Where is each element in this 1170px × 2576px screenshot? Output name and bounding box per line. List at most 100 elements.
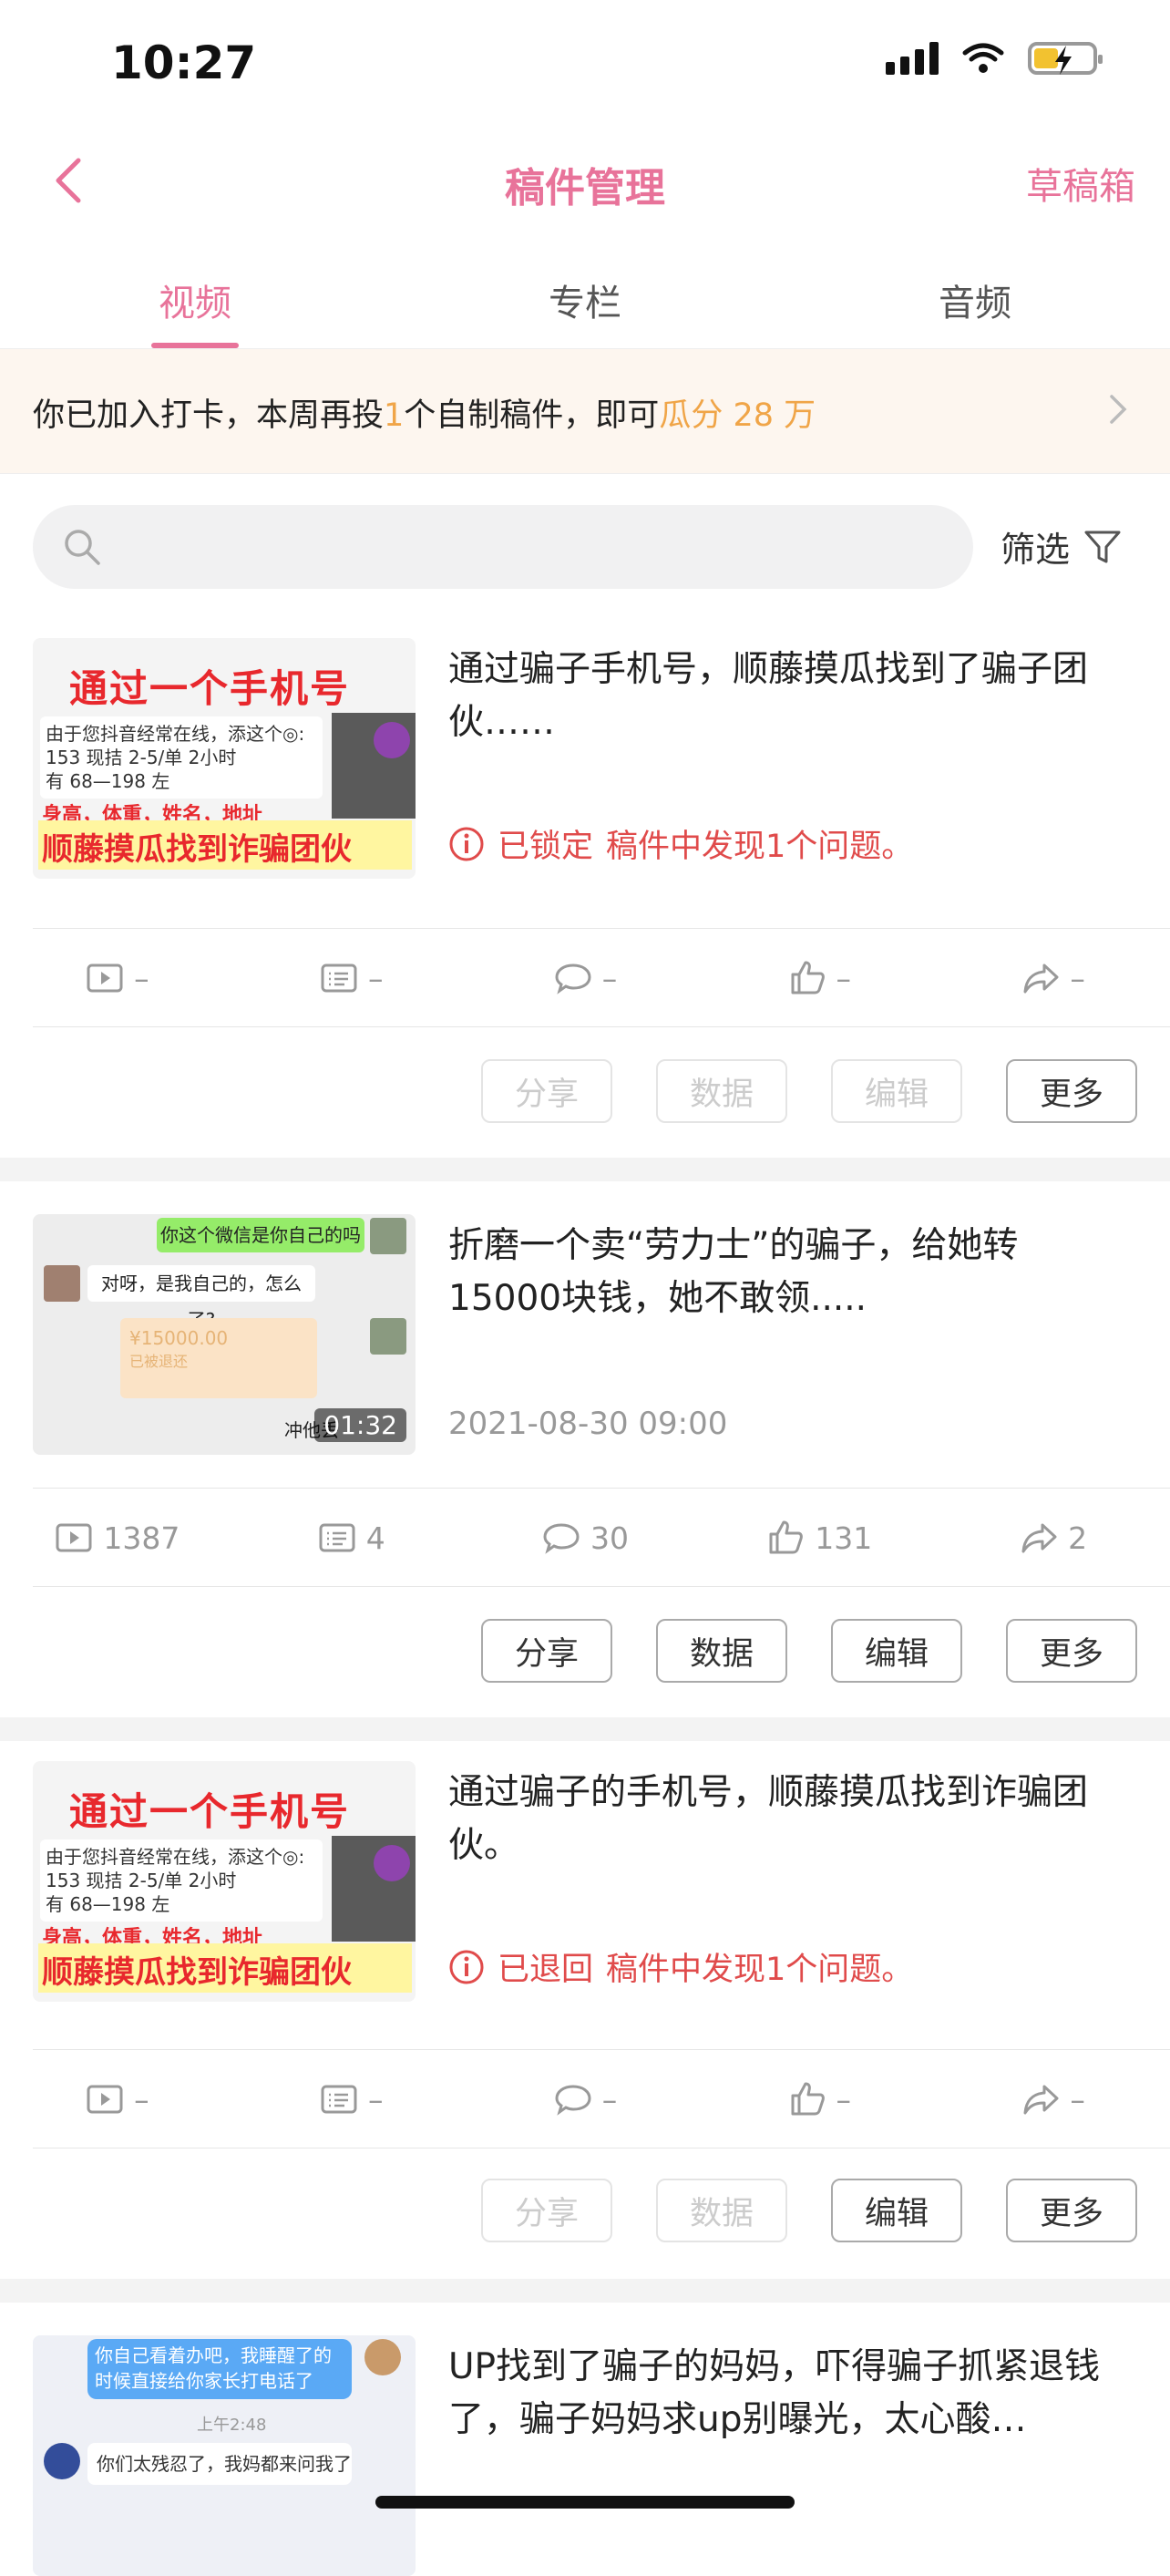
comment-icon (543, 1523, 580, 1554)
stat-likes[interactable]: – (702, 2051, 936, 2148)
transfer-amount: ¥15000.00 (129, 1327, 229, 1349)
status-message: 稿件中发现1个问题。 (606, 1952, 914, 1988)
edit-button[interactable]: 编辑 (831, 1619, 962, 1683)
wifi-icon (962, 43, 1004, 73)
tab-video[interactable]: 视频 (0, 255, 390, 348)
thumb-headline: 通过一个手机号 (69, 666, 351, 711)
danmaku-icon (321, 2085, 357, 2114)
share-button[interactable]: 分享 (481, 1059, 612, 1123)
data-button[interactable]: 数据 (656, 1619, 787, 1683)
search-bar[interactable] (33, 505, 973, 591)
video-title[interactable]: UP找到了骗子的妈妈，吓得骗子抓紧退钱了，骗子妈妈求up别曝光，太心酸… (448, 2341, 1123, 2447)
banner-middle: 个自制稿件，即可 (404, 397, 660, 434)
status-tag: 已退回 (498, 1952, 594, 1988)
video-date: 2021-08-30 09:00 (448, 1406, 728, 1442)
thumb-avatar (44, 2443, 80, 2479)
play-icon (87, 2085, 123, 2114)
more-button[interactable]: 更多 (1006, 2179, 1137, 2242)
battery-icon (1028, 42, 1103, 75)
edit-button[interactable]: 编辑 (831, 2179, 962, 2242)
banner-count: 1 (384, 397, 405, 434)
video-thumbnail[interactable]: 通过一个手机号 由于您抖音经常在线，添这个◎: 153 现拮 2-5/单 2小时… (33, 1761, 416, 2002)
stat-value: – (367, 960, 384, 996)
stat-shares[interactable]: 2 (936, 1489, 1170, 1586)
video-thumbnail[interactable]: 你自己看着办吧，我睡醒了的时候直接给你家长打电话了 上午2:48 你们太残忍了，… (33, 2335, 416, 2576)
danmaku-icon (319, 1523, 355, 1552)
play-icon (87, 963, 123, 993)
stat-value: – (836, 960, 852, 996)
transfer-sub: 已被退还 (129, 1353, 189, 1370)
thumb-transfer: ¥15000.00 已被退还 (120, 1318, 317, 1398)
banner-prefix: 你已加入打卡，本周再投 (33, 397, 385, 434)
stat-danmaku: – (234, 2051, 468, 2148)
tab-label: 视频 (159, 283, 231, 325)
share-button[interactable]: 分享 (481, 2179, 612, 2242)
card-separator (0, 2279, 1170, 2303)
thumb-avatar (332, 713, 416, 819)
data-button[interactable]: 数据 (656, 1059, 787, 1123)
stat-shares[interactable]: – (936, 930, 1170, 1026)
status-tag: 已锁定 (498, 829, 594, 865)
stats-row: 1387 4 30 131 2 (0, 1489, 1170, 1586)
video-title[interactable]: 折磨一个卖“劳力士”的骗子，给她转15000块钱，她不敢领..... (448, 1220, 1123, 1325)
stat-value: – (1070, 960, 1085, 996)
search-icon (65, 530, 100, 565)
action-row: 分享 数据 编辑 更多 (481, 1619, 1137, 1685)
data-button[interactable]: 数据 (656, 2179, 787, 2242)
stat-shares[interactable]: – (936, 2051, 1170, 2148)
thumb-bottom-text: 顺藤摸瓜找到诈骗团伙 (42, 1954, 352, 1991)
more-button[interactable]: 更多 (1006, 1059, 1137, 1123)
card-separator (0, 1158, 1170, 1181)
video-thumbnail[interactable]: 你这个微信是你自己的吗 对呀，是我自己的，怎么了? ¥15000.00 已被退还… (33, 1214, 416, 1455)
video-status[interactable]: 已锁定 稿件中发现1个问题。 (448, 820, 913, 867)
stat-danmaku: – (234, 930, 468, 1026)
thumb-headline: 通过一个手机号 (69, 1789, 351, 1834)
tab-column[interactable]: 专栏 (390, 255, 780, 348)
status-time: 10:27 (111, 36, 257, 89)
stat-comments: 30 (468, 1489, 703, 1586)
stat-likes[interactable]: – (702, 930, 936, 1026)
content-tabs: 视频 专栏 音频 (0, 255, 1170, 348)
checkin-banner[interactable]: 你已加入打卡，本周再投1个自制稿件，即可瓜分 28 万 (0, 348, 1170, 474)
more-button[interactable]: 更多 (1006, 1619, 1137, 1683)
banner-text: 你已加入打卡，本周再投1个自制稿件，即可瓜分 28 万 (33, 389, 816, 436)
search-input[interactable] (115, 505, 939, 591)
status-message: 稿件中发现1个问题。 (606, 829, 914, 865)
video-title[interactable]: 通过骗子的手机号，顺藤摸瓜找到诈骗团伙。 (448, 1767, 1123, 1872)
stat-value: 4 (365, 1520, 385, 1556)
action-row: 分享 数据 编辑 更多 (481, 1059, 1137, 1125)
thumb-line: 由于您抖音经常在线，添这个◎: (46, 723, 305, 745)
status-bar: 10:27 (0, 0, 1170, 128)
chevron-right-icon (1110, 395, 1127, 424)
stat-comments: – (468, 930, 703, 1026)
thumb-bottom-text: 顺藤摸瓜找到诈骗团伙 (42, 831, 352, 868)
info-icon (449, 827, 484, 860)
comment-icon (555, 963, 591, 994)
status-icons (886, 42, 1103, 75)
thumb-bubble: 你自己看着办吧，我睡醒了的时候直接给你家长打电话了 (87, 2339, 352, 2399)
edit-button[interactable]: 编辑 (831, 1059, 962, 1123)
thumb-avatar (332, 1836, 416, 1942)
drafts-button[interactable]: 草稿箱 (1026, 157, 1135, 210)
stat-value: – (367, 2081, 384, 2117)
stat-likes[interactable]: 131 (702, 1489, 936, 1586)
stat-value: – (134, 2081, 149, 2117)
thumb-line: 由于您抖音经常在线，添这个◎: (46, 1846, 305, 1868)
video-title[interactable]: 通过骗子手机号，顺藤摸瓜找到了骗子团伙…… (448, 644, 1123, 749)
filter-icon (1084, 531, 1121, 562)
video-status[interactable]: 已退回 稿件中发现1个问题。 (448, 1943, 913, 1990)
video-thumbnail[interactable]: 通过一个手机号 由于您抖音经常在线，添这个◎: 153 现拮 2-5/单 2小时… (33, 638, 416, 879)
stat-plays: – (0, 2051, 234, 2148)
thumb-avatar (370, 1218, 406, 1254)
stat-value: 131 (815, 1520, 873, 1556)
filter-label: 筛选 (1001, 530, 1071, 570)
filter-button[interactable]: 筛选 (1001, 521, 1123, 572)
video-duration: 01:32 (314, 1408, 406, 1442)
stat-comments: – (468, 2051, 703, 2148)
share-button[interactable]: 分享 (481, 1619, 612, 1683)
stat-danmaku: 4 (234, 1489, 468, 1586)
thumb-line: 153 现拮 2-5/单 2小时 (46, 747, 237, 768)
thumb-text: 由于您抖音经常在线，添这个◎: 153 现拮 2-5/单 2小时 有 68—19… (40, 716, 323, 799)
tab-audio[interactable]: 音频 (780, 255, 1170, 348)
thumb-line: 有 68—198 左 (46, 770, 170, 792)
